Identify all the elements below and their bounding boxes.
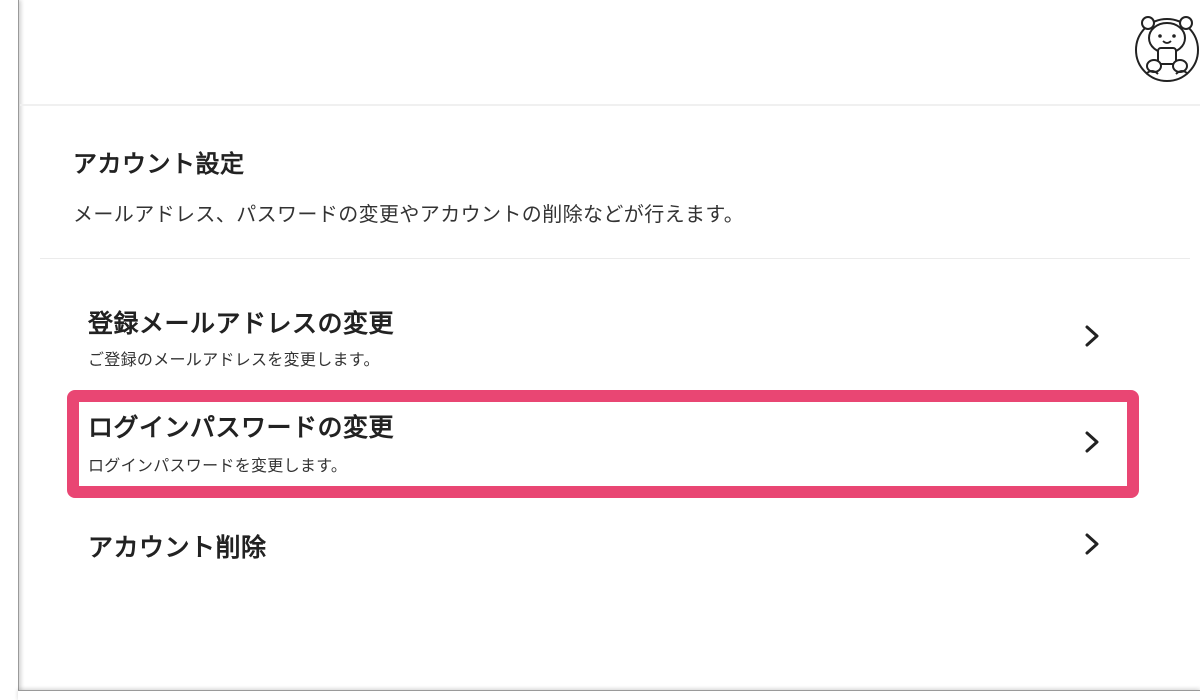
change-password-title: ログインパスワードの変更 [88, 413, 395, 442]
page-title: アカウント設定 [73, 150, 245, 178]
delete-account-item[interactable]: アカウント削除 [70, 520, 1136, 580]
page-header [20, 0, 1200, 106]
page-description: メールアドレス、パスワードの変更やアカウントの削除などが行えます。 [73, 202, 745, 226]
change-password-subtitle: ログインパスワードを変更します。 [88, 456, 348, 475]
delete-account-title: アカウント削除 [88, 533, 267, 562]
avatar[interactable] [1134, 12, 1200, 84]
change-password-item[interactable]: ログインパスワードの変更 ログインパスワードを変更します。 [67, 390, 1139, 498]
page: アカウント設定 メールアドレス、パスワードの変更やアカウントの削除などが行えます… [0, 0, 1200, 700]
change-email-title: 登録メールアドレスの変更 [88, 309, 395, 338]
window-bottom-edge [18, 690, 1200, 700]
change-email-subtitle: ご登録のメールアドレスを変更します。 [88, 350, 380, 369]
section-divider [40, 258, 1190, 259]
chevron-right-icon [1082, 430, 1102, 454]
change-email-item[interactable]: 登録メールアドレスの変更 ご登録のメールアドレスを変更します。 [70, 300, 1136, 380]
window-left-edge [0, 0, 19, 700]
bear-avatar-icon [1135, 16, 1199, 82]
chevron-right-icon [1082, 532, 1102, 556]
chevron-right-icon [1082, 324, 1102, 348]
